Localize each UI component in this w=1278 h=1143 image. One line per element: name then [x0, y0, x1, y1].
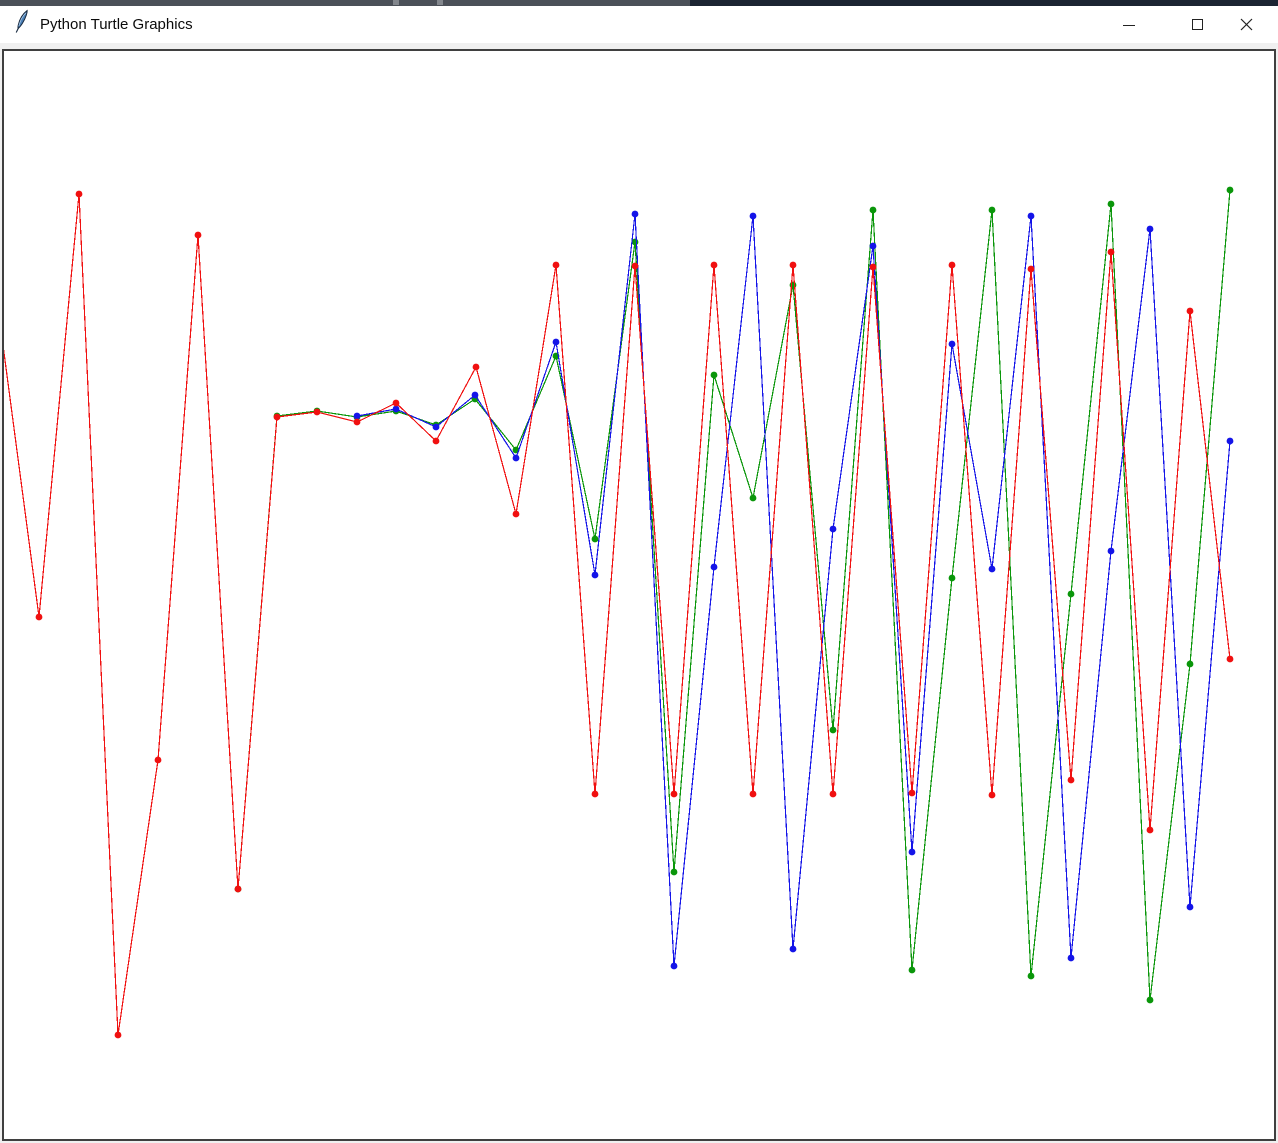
- vertex-marker-red: [1147, 827, 1154, 834]
- vertex-marker-green: [830, 727, 837, 734]
- vertex-marker-red: [274, 414, 281, 421]
- vertex-marker-red: [909, 790, 916, 797]
- vertex-marker-red: [314, 409, 321, 416]
- vertex-marker-red: [989, 792, 996, 799]
- turtle-canvas: [2, 49, 1276, 1141]
- vertex-marker-blue: [433, 424, 440, 431]
- vertex-marker-red: [1068, 777, 1075, 784]
- vertex-marker-blue: [472, 392, 479, 399]
- vertex-marker-red: [750, 791, 757, 798]
- vertex-marker-red: [354, 419, 361, 426]
- vertex-marker-blue: [513, 455, 520, 462]
- vertex-marker-blue: [592, 572, 599, 579]
- vertex-marker-red: [671, 791, 678, 798]
- vertex-marker-red: [711, 262, 718, 269]
- maximize-icon: [1192, 19, 1203, 30]
- series-blue: [354, 211, 1234, 970]
- vertex-marker-blue: [1227, 438, 1234, 445]
- vertex-marker-green: [1227, 187, 1234, 194]
- vertex-marker-green: [1068, 591, 1075, 598]
- close-button[interactable]: [1223, 6, 1269, 43]
- vertex-marker-red: [235, 886, 242, 893]
- vertex-marker-green: [870, 207, 877, 214]
- vertex-marker-green: [750, 495, 757, 502]
- vertex-marker-blue: [830, 526, 837, 533]
- vertex-marker-red: [632, 263, 639, 270]
- vertex-marker-blue: [989, 566, 996, 573]
- vertex-marker-green: [711, 372, 718, 379]
- vertex-marker-blue: [671, 963, 678, 970]
- vertex-marker-red: [155, 757, 162, 764]
- vertex-marker-red: [1227, 656, 1234, 663]
- turtle-canvas-svg: [2, 49, 1276, 1141]
- vertex-marker-blue: [1028, 213, 1035, 220]
- minimize-button[interactable]: [1106, 6, 1152, 43]
- vertex-marker-red: [553, 262, 560, 269]
- vertex-marker-red: [1187, 308, 1194, 315]
- vertex-marker-blue: [909, 849, 916, 856]
- vertex-marker-green: [592, 536, 599, 543]
- vertex-marker-red: [393, 400, 400, 407]
- window-title: Python Turtle Graphics: [40, 6, 193, 43]
- vertex-marker-red: [870, 264, 877, 271]
- vertex-marker-blue: [632, 211, 639, 218]
- background-window-strip-notch: [437, 0, 443, 5]
- vertex-marker-green: [1187, 661, 1194, 668]
- series-red: [2, 191, 1233, 1039]
- vertex-marker-blue: [1108, 548, 1115, 555]
- vertex-marker-blue: [870, 243, 877, 250]
- vertex-marker-blue: [790, 946, 797, 953]
- vertex-marker-blue: [354, 413, 361, 420]
- vertex-marker-red: [790, 262, 797, 269]
- vertex-marker-green: [989, 207, 996, 214]
- vertex-marker-red: [473, 364, 480, 371]
- vertex-marker-green: [949, 575, 956, 582]
- vertex-marker-red: [76, 191, 83, 198]
- maximize-button[interactable]: [1174, 6, 1220, 43]
- vertex-marker-blue: [750, 213, 757, 220]
- vertex-marker-red: [949, 262, 956, 269]
- vertex-marker-red: [513, 511, 520, 518]
- vertex-marker-red: [36, 614, 43, 621]
- background-window-strip-notch: [393, 0, 399, 5]
- vertex-marker-green: [909, 967, 916, 974]
- vertex-marker-red: [115, 1032, 122, 1039]
- vertex-marker-green: [1108, 201, 1115, 208]
- vertex-marker-blue: [1187, 904, 1194, 911]
- vertex-marker-red: [1028, 266, 1035, 273]
- python-feather-icon: [12, 9, 34, 35]
- vertex-marker-blue: [1147, 226, 1154, 233]
- vertex-marker-blue: [553, 339, 560, 346]
- vertex-marker-blue: [393, 406, 400, 413]
- series-green: [235, 187, 1234, 1004]
- titlebar: Python Turtle Graphics: [0, 6, 1278, 43]
- vertex-marker-blue: [1068, 955, 1075, 962]
- vertex-marker-green: [790, 282, 797, 289]
- vertex-marker-red: [195, 232, 202, 239]
- close-icon: [1240, 18, 1253, 31]
- vertex-marker-blue: [711, 564, 718, 571]
- vertex-marker-green: [671, 869, 678, 876]
- vertex-marker-red: [830, 791, 837, 798]
- vertex-marker-green: [1147, 997, 1154, 1004]
- minimize-icon: [1123, 25, 1135, 26]
- vertex-marker-red: [1108, 249, 1115, 256]
- vertex-marker-red: [592, 791, 599, 798]
- vertex-marker-blue: [949, 341, 956, 348]
- vertex-marker-green: [1028, 973, 1035, 980]
- vertex-marker-red: [433, 438, 440, 445]
